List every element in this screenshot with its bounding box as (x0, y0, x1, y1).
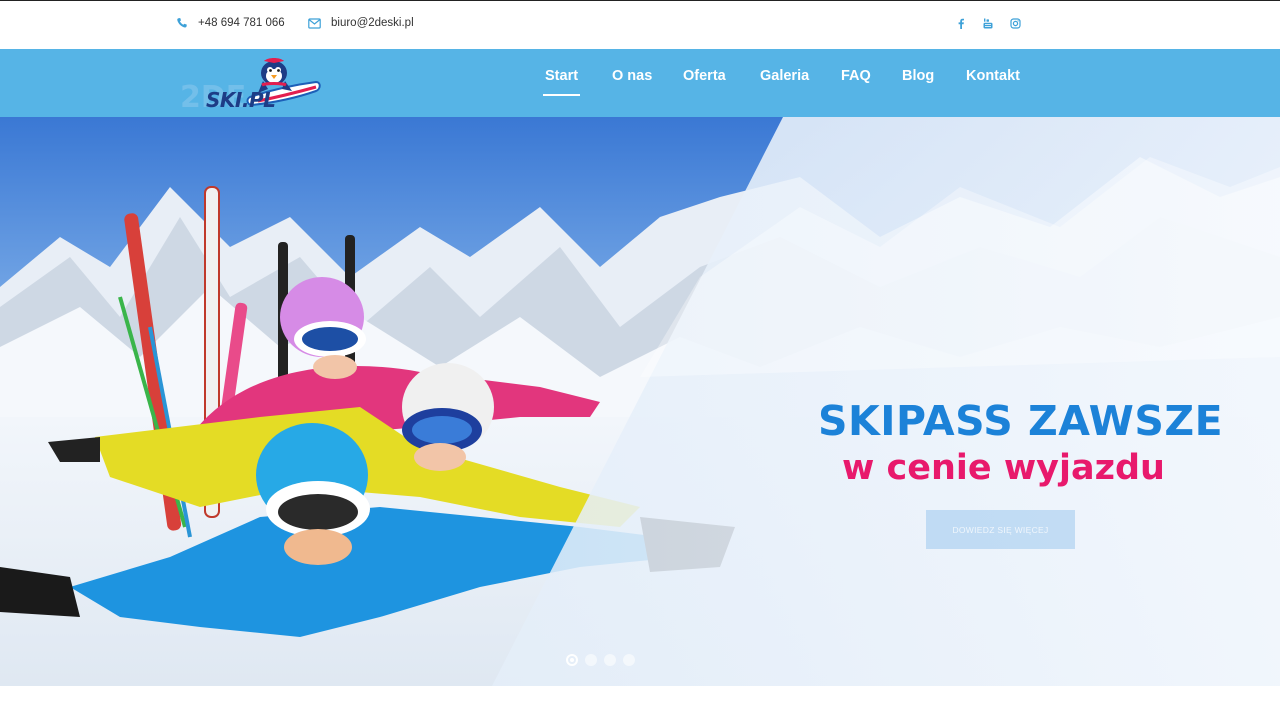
nav-start[interactable]: Start (542, 68, 581, 96)
nav-faq[interactable]: FAQ (841, 68, 871, 84)
nav-blog[interactable]: Blog (902, 68, 934, 84)
learn-more-button[interactable]: DOWIEDZ SIĘ WIĘCEJ (926, 510, 1075, 549)
email-contact[interactable]: biuro@2deski.pl (308, 17, 414, 29)
instagram-link[interactable] (1008, 16, 1022, 30)
facebook-link[interactable] (954, 16, 968, 30)
nav-kontakt[interactable]: Kontakt (966, 68, 1020, 84)
email-address[interactable]: biuro@2deski.pl (331, 17, 414, 29)
logo-text: SKI.PL (206, 88, 276, 112)
hero-slider: SKIPASS ZAWSZE w cenie wyjazdu DOWIEDZ S… (0, 117, 1280, 686)
slider-dot-3[interactable] (604, 654, 616, 666)
youtube-icon (983, 18, 993, 28)
phone-icon (177, 18, 187, 28)
nav-o-nas[interactable]: O nas (612, 68, 652, 84)
main-navbar: 2DE SKI.PL Start O nas Oferta Galeria FA… (0, 49, 1280, 117)
phone-number[interactable]: +48 694 781 066 (198, 17, 285, 29)
phone-contact[interactable]: +48 694 781 066 (176, 17, 285, 29)
instagram-icon (1009, 17, 1021, 29)
slider-dot-4[interactable] (623, 654, 635, 666)
top-bar: +48 694 781 066 biuro@2deski.pl (0, 0, 1280, 49)
mail-icon (308, 17, 321, 29)
slider-dot-2[interactable] (585, 654, 597, 666)
facebook-icon (958, 18, 964, 29)
nav-galeria[interactable]: Galeria (760, 68, 809, 84)
site-logo[interactable]: 2DE SKI.PL (178, 55, 323, 115)
youtube-link[interactable] (981, 16, 995, 30)
nav-oferta[interactable]: Oferta (683, 68, 726, 84)
hero-headline-line2: w cenie wyjazdu (842, 448, 1165, 488)
slider-pagination (566, 654, 635, 666)
hero-headline-line1: SKIPASS ZAWSZE (818, 397, 1224, 445)
slider-dot-1[interactable] (566, 654, 578, 666)
